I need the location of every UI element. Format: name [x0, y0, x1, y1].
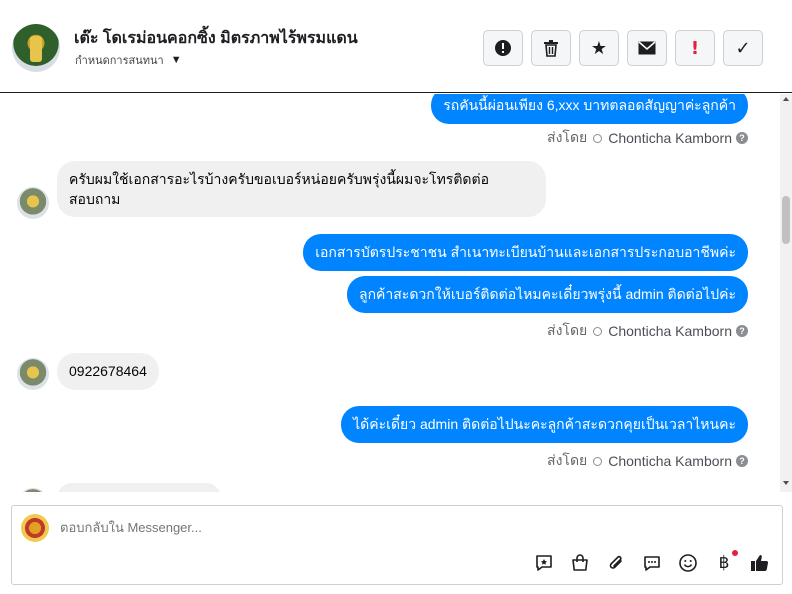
delete-button[interactable]: [531, 30, 571, 66]
baht-icon: ฿: [718, 553, 730, 573]
sent-status-icon: [593, 456, 603, 466]
sent-status-icon: [593, 326, 603, 336]
sent-by-prefix: ส่งโดย: [547, 322, 588, 338]
contact-avatar-small[interactable]: [17, 358, 49, 390]
chat-bubble-icon: [644, 556, 660, 571]
shop-bag-icon: [572, 554, 588, 571]
payment-button[interactable]: ฿: [713, 552, 735, 574]
outgoing-message[interactable]: ลูกค้าสะดวกให้เบอร์ติดต่อไหมคะเดี๋ยวพรุ่…: [346, 276, 748, 313]
saved-reply-button[interactable]: [533, 552, 555, 574]
contact-avatar[interactable]: [12, 24, 60, 72]
scroll-down-icon[interactable]: [783, 481, 789, 485]
sent-by-label: ส่งโดย Chonticha Kamborn ?: [547, 450, 748, 472]
agent-name[interactable]: Chonticha Kamborn: [608, 453, 732, 469]
star-button[interactable]: ★: [579, 30, 619, 66]
incoming-message[interactable]: ครับผมใช้เอกสารอะไรบ้างครับขอเบอร์หน่อยค…: [57, 161, 546, 217]
notification-dot: [732, 550, 738, 556]
saved-reply-icon: [536, 555, 552, 571]
sent-status-icon: [593, 133, 603, 143]
outgoing-message[interactable]: รถคันนี้ผ่อนเพียง 6,xxx บาทตลอดสัญญาค่ะล…: [431, 94, 748, 124]
sent-by-label: ส่งโดย Chonticha Kamborn ?: [547, 127, 748, 149]
message-thread: รถคันนี้ผ่อนเพียง 6,xxx บาทตลอดสัญญาค่ะล…: [0, 94, 792, 492]
reply-composer: ฿: [11, 505, 783, 585]
agent-name[interactable]: Chonticha Kamborn: [608, 130, 732, 146]
envelope-icon: [638, 41, 656, 55]
sent-by-prefix: ส่งโดย: [547, 129, 588, 145]
checkmark-icon: ✓: [735, 37, 751, 58]
attach-button[interactable]: [605, 552, 627, 574]
agent-name[interactable]: Chonticha Kamborn: [608, 323, 732, 339]
outgoing-message[interactable]: ได้ค่ะเดี๋ยว admin ติดต่อไปนะคะลูกค้าสะด…: [341, 406, 748, 443]
incoming-message-line: สอบถาม: [69, 191, 121, 207]
contact-name[interactable]: เต๊ะ โดเรม่อนคอกซิ้ง มิตรภาพไร้พรมแดน: [74, 26, 358, 51]
incoming-message-partial[interactable]: [57, 483, 221, 492]
assign-label: กำหนดการสนทนา: [75, 55, 164, 67]
trash-icon: [544, 40, 558, 57]
incoming-message[interactable]: 0922678464: [57, 353, 159, 390]
help-icon[interactable]: ?: [736, 325, 748, 337]
caret-down-icon: ▼: [170, 54, 182, 66]
scroll-up-icon[interactable]: [783, 97, 789, 101]
shop-button[interactable]: [569, 552, 591, 574]
incoming-message-line: ครับผมใช้เอกสารอะไรบ้างครับขอเบอร์หน่อยค…: [69, 171, 489, 187]
assign-conversation-dropdown[interactable]: กำหนดการสนทนา ▼: [75, 51, 182, 69]
thread-scrollbar[interactable]: [780, 94, 792, 492]
help-icon[interactable]: ?: [736, 132, 748, 144]
emoji-button[interactable]: [677, 552, 699, 574]
sent-by-label: ส่งโดย Chonticha Kamborn ?: [547, 320, 748, 342]
follow-up-button[interactable]: !: [675, 30, 715, 66]
paperclip-icon: [609, 555, 622, 569]
alert-circle-icon: [495, 40, 511, 56]
contact-avatar-small[interactable]: [17, 187, 49, 219]
outgoing-message[interactable]: เอกสารบัตรประชาชน สำเนาทะเบียนบ้านและเอก…: [303, 234, 748, 271]
emoji-icon: [679, 554, 697, 572]
page-avatar: [21, 514, 49, 542]
reply-input[interactable]: [60, 520, 660, 535]
star-icon: ★: [590, 37, 608, 58]
like-button[interactable]: [749, 552, 771, 574]
mark-spam-button[interactable]: [483, 30, 523, 66]
sent-by-prefix: ส่งโดย: [547, 452, 588, 468]
mark-done-button[interactable]: ✓: [723, 30, 763, 66]
scrollbar-thumb[interactable]: [782, 196, 790, 244]
help-icon[interactable]: ?: [736, 455, 748, 467]
quick-reply-button[interactable]: [641, 552, 663, 574]
mark-unread-button[interactable]: [627, 30, 667, 66]
exclamation-icon: !: [690, 37, 700, 59]
conversation-header: เต๊ะ โดเรม่อนคอกซิ้ง มิตรภาพไร้พรมแดน กำ…: [0, 0, 792, 93]
thumbs-up-icon: [751, 555, 769, 571]
contact-avatar-small[interactable]: [17, 488, 49, 492]
